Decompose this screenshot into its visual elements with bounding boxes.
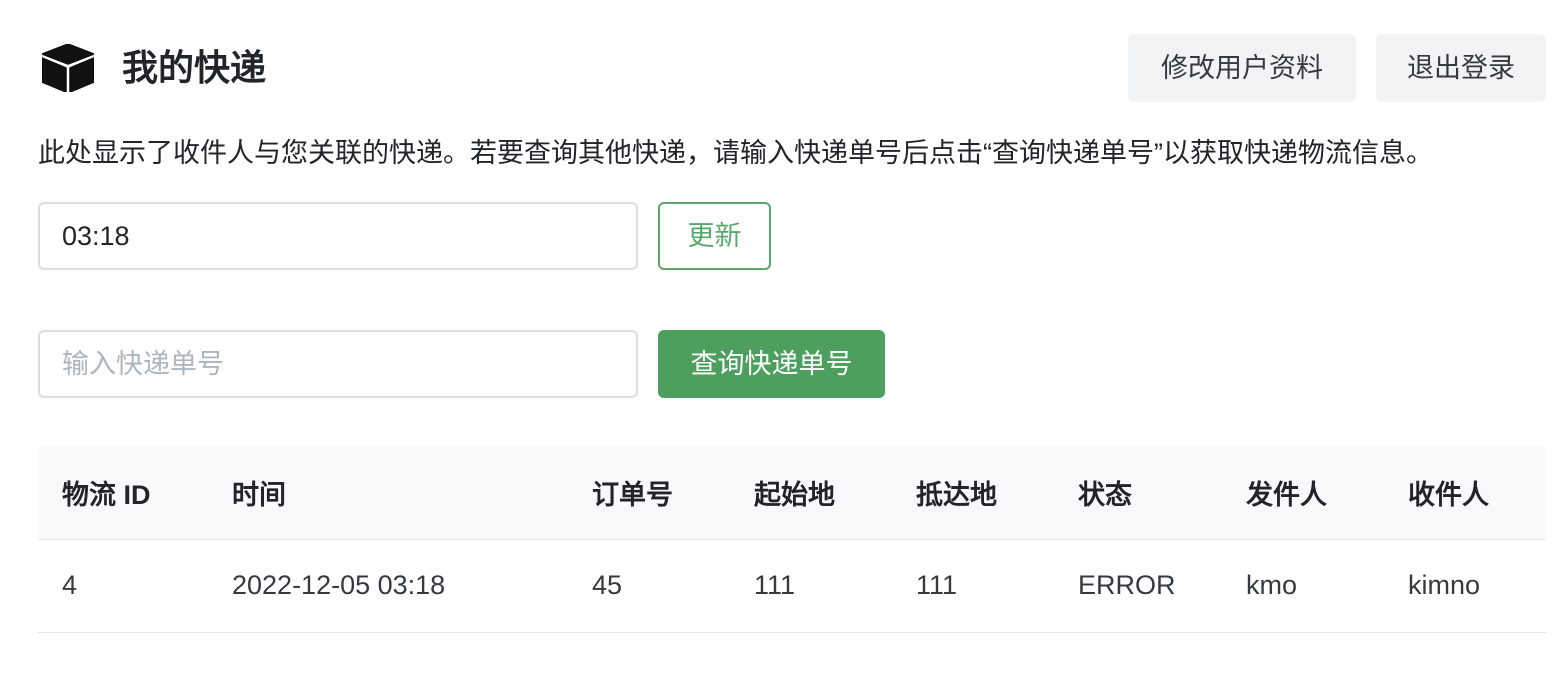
column-header-order-number: 订单号 — [568, 446, 730, 540]
edit-profile-button[interactable]: 修改用户资料 — [1128, 34, 1356, 102]
table-row: 4 2022-12-05 03:18 45 111 111 ERROR kmo … — [38, 539, 1546, 633]
logout-button[interactable]: 退出登录 — [1376, 34, 1546, 102]
cell-origin: 111 — [730, 539, 892, 633]
column-header-recipient: 收件人 — [1384, 446, 1546, 540]
table-body: 4 2022-12-05 03:18 45 111 111 ERROR kmo … — [38, 539, 1546, 633]
table-header-row: 物流 ID 时间 订单号 起始地 抵达地 状态 发件人 收件人 — [38, 446, 1546, 540]
column-header-origin: 起始地 — [730, 446, 892, 540]
column-header-logistics-id: 物流 ID — [38, 446, 208, 540]
column-header-destination: 抵达地 — [892, 446, 1054, 540]
box-left-face — [42, 57, 67, 92]
package-box-icon — [42, 44, 94, 92]
page-description: 此处显示了收件人与您关联的快递。若要查询其他快递，请输入快递单号后点击“查询快递… — [38, 138, 1433, 168]
refresh-time-input[interactable] — [38, 202, 638, 270]
column-header-sender: 发件人 — [1222, 446, 1384, 540]
box-right-face — [69, 57, 94, 92]
shipments-table: 物流 ID 时间 订单号 起始地 抵达地 状态 发件人 收件人 4 2022-1… — [38, 446, 1546, 633]
cell-order-number: 45 — [568, 539, 730, 633]
cell-status: ERROR — [1054, 539, 1222, 633]
page-title: 我的快递 — [122, 47, 267, 88]
column-header-time: 时间 — [208, 446, 568, 540]
cell-time: 2022-12-05 03:18 — [208, 539, 568, 633]
cell-logistics-id: 4 — [38, 539, 208, 633]
refresh-button[interactable]: 更新 — [658, 202, 771, 270]
tracking-number-input[interactable] — [38, 330, 638, 398]
column-header-status: 状态 — [1054, 446, 1222, 540]
table-header: 物流 ID 时间 订单号 起始地 抵达地 状态 发件人 收件人 — [38, 446, 1546, 540]
query-tracking-button[interactable]: 查询快递单号 — [658, 330, 885, 398]
cell-destination: 111 — [892, 539, 1054, 633]
cell-sender: kmo — [1222, 539, 1384, 633]
cell-recipient: kimno — [1384, 539, 1546, 633]
package-box-icon-graphic — [42, 44, 94, 92]
